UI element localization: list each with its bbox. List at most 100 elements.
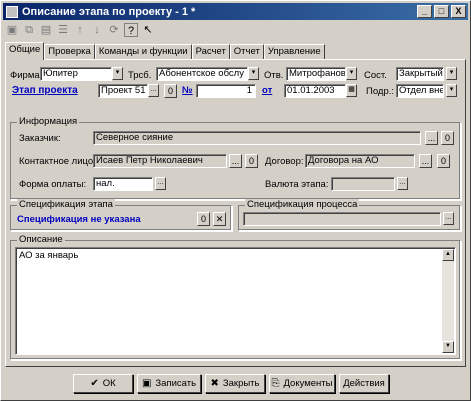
close-button[interactable]: X: [451, 5, 466, 18]
cross-icon: ✖: [210, 378, 219, 389]
stage-project-link[interactable]: Этап проекта: [12, 85, 78, 96]
spec-stage-group: Спецификация этапа Спецификация не указа…: [10, 199, 232, 231]
actions-label: Действия: [343, 378, 385, 389]
maximize-button[interactable]: □: [434, 5, 449, 18]
toolbar: ▣ ⧉ ▤ ☰ ↑ ↓ ⟳ ? ↖: [5, 23, 155, 39]
contact-select-button[interactable]: ...: [229, 154, 242, 168]
calendar-button[interactable]: ▦: [346, 84, 357, 97]
contract-select-button[interactable]: ...: [419, 154, 432, 168]
payform-dropdown-button[interactable]: …: [155, 177, 166, 190]
description-scrollbar[interactable]: ▲ ▼: [442, 249, 454, 353]
scroll-up-arrow-icon[interactable]: ▲: [442, 249, 454, 261]
otv-field[interactable]: Митрофанов А: [286, 67, 346, 81]
close-window-button[interactable]: ✖ Закрыть: [205, 374, 265, 393]
description-title: Описание: [17, 234, 65, 245]
number-field[interactable]: 1: [196, 84, 256, 98]
project-dropdown-button[interactable]: …: [148, 84, 159, 97]
resp-dropdown-button[interactable]: ▾: [248, 67, 259, 80]
save-label: Записать: [155, 378, 197, 389]
otv-dropdown-button[interactable]: ▾: [346, 67, 357, 80]
currency-label: Валюта этапа:: [265, 179, 329, 190]
project-field[interactable]: Проект 51: [98, 84, 148, 98]
description-group: Описание АО за январь ▲ ▼: [10, 234, 461, 360]
main-window: Описание этапа по проекту - 1 * _ □ X ▣ …: [0, 0, 471, 401]
spec-stage-clear-button[interactable]: ✕: [213, 212, 226, 226]
minimize-button[interactable]: _: [417, 5, 432, 18]
actions-button[interactable]: Действия: [339, 374, 389, 393]
contact-label: Контактное лицо:: [19, 156, 96, 167]
tab-check[interactable]: Проверка: [44, 44, 95, 60]
documents-label: Документы: [283, 378, 333, 389]
currency-dropdown-button[interactable]: …: [397, 177, 408, 190]
resp-label: Трсб.: [128, 70, 152, 81]
help-icon[interactable]: ?: [124, 23, 138, 37]
firm-dropdown-button[interactable]: ▾: [112, 67, 123, 80]
contract-label: Договор:: [265, 156, 304, 167]
spec-process-title: Спецификация процесса: [245, 199, 360, 210]
tab-panel-general: Фирма Юпитер ▾ Трсб. Абонентское обслу ▾…: [5, 59, 466, 367]
tab-calc[interactable]: Расчет: [191, 44, 230, 60]
copy-icon[interactable]: ⧉: [22, 23, 36, 37]
spec-stage-title: Спецификация этапа: [17, 199, 115, 210]
up-arrow-icon[interactable]: ↑: [73, 23, 87, 37]
button-bar: ✔ ОК ▣ Записать ✖ Закрыть ⎘ Документы Де…: [5, 371, 466, 397]
spec-stage-zero-button[interactable]: 0: [197, 212, 210, 226]
tab-general[interactable]: Общие: [5, 42, 45, 60]
description-text: АО за январь: [19, 250, 79, 261]
sost-label: Сост.: [364, 70, 387, 81]
podr-field[interactable]: Отдел внед: [396, 84, 444, 98]
contract-zero-button[interactable]: 0: [437, 154, 450, 168]
pointer-help-icon[interactable]: ↖: [141, 23, 155, 37]
window-title: Описание этапа по проекту - 1 *: [22, 5, 196, 18]
podr-label: Подр.:: [366, 86, 395, 97]
tab-control[interactable]: Управление: [263, 44, 325, 60]
contact-zero-button[interactable]: 0: [245, 154, 258, 168]
refresh-icon[interactable]: ⟳: [107, 23, 121, 37]
sost-field[interactable]: Закрытый: [396, 67, 444, 81]
otv-label: Отв.: [264, 70, 284, 81]
title-bar[interactable]: Описание этапа по проекту - 1 * _ □ X: [3, 3, 468, 20]
payform-field[interactable]: нал.: [93, 177, 153, 191]
date-from-link[interactable]: от: [262, 85, 272, 96]
currency-field[interactable]: [331, 177, 395, 191]
save-button[interactable]: ▣ Записать: [137, 374, 201, 393]
scroll-down-arrow-icon[interactable]: ▼: [442, 341, 454, 353]
customer-field[interactable]: Северное сияние: [93, 131, 421, 145]
save-icon[interactable]: ▣: [5, 23, 19, 37]
app-icon: [6, 5, 18, 18]
print-icon[interactable]: ▤: [39, 23, 53, 37]
checkmark-icon: ✔: [90, 378, 99, 389]
tab-report[interactable]: Отчет: [229, 44, 264, 60]
date-field[interactable]: 01.01.2003: [284, 84, 346, 98]
spec-process-field[interactable]: [243, 212, 441, 226]
podr-dropdown-button[interactable]: ▾: [446, 84, 457, 97]
ok-button[interactable]: ✔ ОК: [73, 374, 133, 393]
info-group-title: Информация: [17, 116, 80, 127]
ok-label: ОК: [102, 378, 116, 389]
documents-button[interactable]: ⎘ Документы: [269, 374, 335, 393]
tab-commands[interactable]: Команды и функции: [94, 44, 192, 60]
info-group: Информация Заказчик: Северное сияние ...…: [10, 116, 461, 200]
number-label: №: [182, 85, 193, 96]
spec-process-group: Спецификация процесса …: [238, 199, 461, 231]
firm-label: Фирма: [10, 70, 40, 81]
description-textarea[interactable]: АО за январь ▲ ▼: [15, 247, 456, 355]
documents-icon: ⎘: [271, 378, 280, 389]
list-icon[interactable]: ☰: [56, 23, 70, 37]
project-zero-button[interactable]: 0: [164, 84, 177, 98]
spec-stage-value[interactable]: Спецификация не указана: [17, 214, 141, 225]
customer-label: Заказчик:: [19, 133, 61, 144]
tab-strip: Общие Проверка Команды и функции Расчет …: [5, 42, 325, 60]
payform-label: Форма оплаты:: [19, 179, 87, 190]
firm-field[interactable]: Юпитер: [40, 67, 112, 81]
spec-process-dropdown-button[interactable]: …: [443, 212, 454, 225]
contract-field[interactable]: Договора на АО: [305, 154, 415, 168]
down-arrow-icon[interactable]: ↓: [90, 23, 104, 37]
customer-zero-button[interactable]: 0: [441, 131, 454, 145]
floppy-icon: ▣: [141, 378, 152, 389]
sost-dropdown-button[interactable]: ▾: [446, 67, 457, 80]
contact-field[interactable]: Исаев Петр Николаевич: [93, 154, 227, 168]
customer-select-button[interactable]: ...: [425, 131, 438, 145]
close-label: Закрыть: [222, 378, 260, 389]
resp-field[interactable]: Абонентское обслу: [156, 67, 248, 81]
